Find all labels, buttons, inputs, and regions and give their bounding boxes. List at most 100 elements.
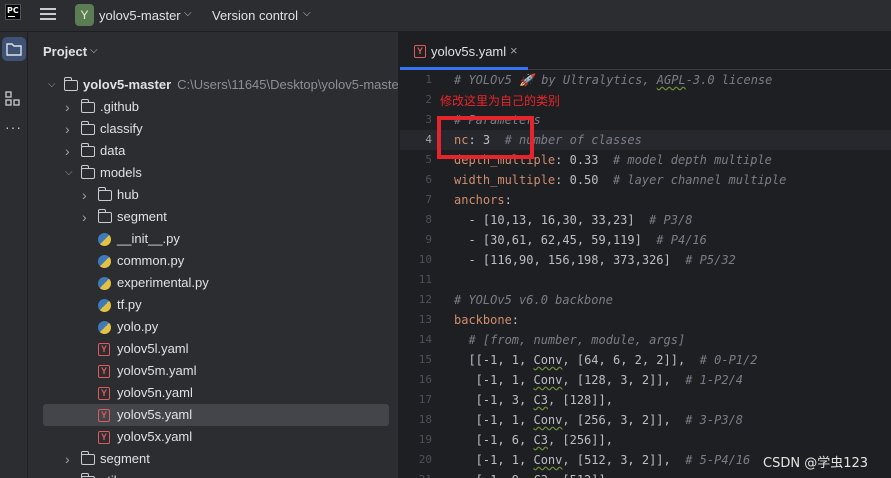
code-line[interactable]: 6 width_multiple: 0.50 # layer channel mu… xyxy=(400,170,891,190)
tab-yolov5s-yaml[interactable]: Y yolov5s.yaml × xyxy=(400,32,528,70)
tree-item-label: yolo.py xyxy=(117,319,159,334)
code-line[interactable]: 21 [-1, 9, C3, [512]], xyxy=(400,470,891,478)
chevron-right-icon[interactable]: › xyxy=(65,118,70,140)
code-line[interactable]: 13 backbone: xyxy=(400,310,891,330)
tree-folder[interactable]: › segment xyxy=(28,448,398,470)
code-line[interactable]: 11 xyxy=(400,270,891,290)
code-text: [-1, 1, Conv, [256, 3, 2]], # 3-P3/8 xyxy=(454,410,743,430)
code-line[interactable]: 9 - [30,61, 62,45, 59,119] # P4/16 xyxy=(400,230,891,250)
code-token: [-1, 3, xyxy=(454,393,534,407)
code-token: , [512]], xyxy=(548,473,613,478)
tree-folder[interactable]: › .github xyxy=(28,96,398,118)
chevron-right-icon[interactable]: › xyxy=(65,470,70,478)
tree-folder[interactable]: › data xyxy=(28,140,398,162)
code-text: anchors: xyxy=(454,190,512,210)
version-control-menu[interactable]: Version control xyxy=(212,8,298,23)
code-line[interactable]: 17 [-1, 3, C3, [128]], xyxy=(400,390,891,410)
line-number: 4 xyxy=(425,133,432,146)
code-token: , [512, 3, 2]], xyxy=(562,453,671,467)
tree-folder[interactable]: ⌵ models xyxy=(28,162,398,184)
tree-folder[interactable]: › classify xyxy=(28,118,398,140)
code-line[interactable]: 19 [-1, 6, C3, [256]], xyxy=(400,430,891,450)
tree-folder[interactable]: ⌵ yolov5-master C:\Users\11645\Desktop\yol… xyxy=(28,74,398,96)
code-token: # YOLOv5 🚀 by Ultralytics, xyxy=(454,73,657,87)
chevron-right-icon[interactable]: › xyxy=(82,206,87,228)
code-line[interactable]: 18 [-1, 1, Conv, [256, 3, 2]], # 3-P3/8 xyxy=(400,410,891,430)
code-token: - [116,90, 156,198, 373,326] xyxy=(454,253,671,267)
chevron-down-icon[interactable]: ⌵ xyxy=(303,8,311,19)
chevron-right-icon[interactable]: › xyxy=(65,96,70,118)
tree-file[interactable]: Yyolov5l.yaml xyxy=(28,338,398,360)
line-number: 7 xyxy=(425,193,432,206)
code-text: - [116,90, 156,198, 373,326] # P5/32 xyxy=(454,250,735,270)
more-tools-icon[interactable]: ··· xyxy=(5,120,22,134)
tree-file[interactable]: Yyolov5s.yaml xyxy=(43,404,389,426)
panel-title[interactable]: Project xyxy=(43,44,87,59)
code-token: - [30,61, 62,45, 59,119] xyxy=(454,233,642,247)
project-switcher[interactable]: yolov5-master xyxy=(99,8,181,23)
code-token: - [10,13, 16,30, 33,23] xyxy=(454,213,635,227)
chevron-right-icon[interactable]: › xyxy=(82,184,87,206)
watermark: CSDN @学虫123 xyxy=(763,456,869,471)
structure-icon[interactable] xyxy=(4,90,22,108)
chevron-down-icon[interactable]: ⌵ xyxy=(90,45,98,56)
folder-icon xyxy=(63,77,78,91)
code-line[interactable]: 15 [[-1, 1, Conv, [64, 6, 2, 2]], # 0-P1… xyxy=(400,350,891,370)
chevron-down-icon[interactable]: ⌵ xyxy=(184,8,192,19)
folder-icon xyxy=(97,209,112,223)
code-text: # YOLOv5 🚀 by Ultralytics, AGPL-3.0 lice… xyxy=(454,70,772,90)
chevron-right-icon[interactable]: › xyxy=(65,448,70,470)
project-badge[interactable]: Y xyxy=(75,4,94,26)
chevron-right-icon[interactable]: › xyxy=(65,140,70,162)
tree-item-label: .github xyxy=(100,99,140,114)
tree-file[interactable]: Yyolov5m.yaml xyxy=(28,360,398,382)
code-line[interactable]: 1 # YOLOv5 🚀 by Ultralytics, AGPL-3.0 lic… xyxy=(400,70,891,90)
code-line[interactable]: 7 anchors: xyxy=(400,190,891,210)
main-menu-icon[interactable] xyxy=(40,8,56,22)
tree-file[interactable]: Yyolov5n.yaml xyxy=(28,382,398,404)
code-token: Conv xyxy=(533,453,563,467)
code-token: [[-1, 1, xyxy=(454,353,534,367)
code-token: -3.0 license xyxy=(685,73,773,87)
tree-file[interactable]: __init__.py xyxy=(28,228,398,250)
line-number: 16 xyxy=(418,373,432,386)
code-token: width_multiple xyxy=(454,173,556,187)
code-line[interactable]: 14 # [from, number, module, args] xyxy=(400,330,891,350)
code-line[interactable]: 16 [-1, 1, Conv, [128, 3, 2]], # 1-P2/4 xyxy=(400,370,891,390)
line-number: 9 xyxy=(425,233,432,246)
line-number: 11 xyxy=(418,273,432,286)
tree-folder[interactable]: › utils xyxy=(28,470,398,478)
project-tool-button[interactable] xyxy=(2,37,26,61)
tool-window-strip: ··· xyxy=(0,32,28,478)
code-line[interactable]: 12 # YOLOv5 v6.0 backbone xyxy=(400,290,891,310)
python-file-icon xyxy=(98,321,111,334)
code-token: : xyxy=(555,173,570,187)
code-text: [[-1, 1, Conv, [64, 6, 2, 2]], # 0-P1/2 xyxy=(454,350,757,370)
tree-item-label: data xyxy=(100,143,126,158)
tree-file[interactable]: experimental.py xyxy=(28,272,398,294)
code-line[interactable]: 10 - [116,90, 156,198, 373,326] # P5/32 xyxy=(400,250,891,270)
tree-folder[interactable]: › segment xyxy=(28,206,398,228)
tree-file[interactable]: common.py xyxy=(28,250,398,272)
close-icon[interactable]: × xyxy=(510,43,518,58)
code-text: [-1, 6, C3, [256]], xyxy=(454,430,613,450)
code-token: # P4/16 xyxy=(641,233,707,247)
line-number: 2 xyxy=(425,93,432,106)
chevron-down-icon[interactable]: ⌵ xyxy=(48,74,56,96)
chevron-down-icon[interactable]: ⌵ xyxy=(65,162,73,184)
tree-file[interactable]: Yyolov5x.yaml xyxy=(28,426,398,448)
line-number: 15 xyxy=(418,353,432,366)
code-text: backbone: xyxy=(454,310,519,330)
code-token: # [from, number, module, args] xyxy=(454,333,686,347)
code-token: Conv xyxy=(533,413,563,427)
tree-folder[interactable]: › hub xyxy=(28,184,398,206)
code-token: backbone xyxy=(454,313,512,327)
code-token: [-1, 1, xyxy=(454,373,534,387)
tree-file[interactable]: yolo.py xyxy=(28,316,398,338)
annotation-note: 修改这里为自己的类别 xyxy=(440,94,561,108)
code-line[interactable]: 8 - [10,13, 16,30, 33,23] # P3/8 xyxy=(400,210,891,230)
tree-file[interactable]: tf.py xyxy=(28,294,398,316)
line-number: 6 xyxy=(425,173,432,186)
line-number: 21 xyxy=(400,470,432,478)
code-token: # 1-P2/4 xyxy=(670,373,744,387)
